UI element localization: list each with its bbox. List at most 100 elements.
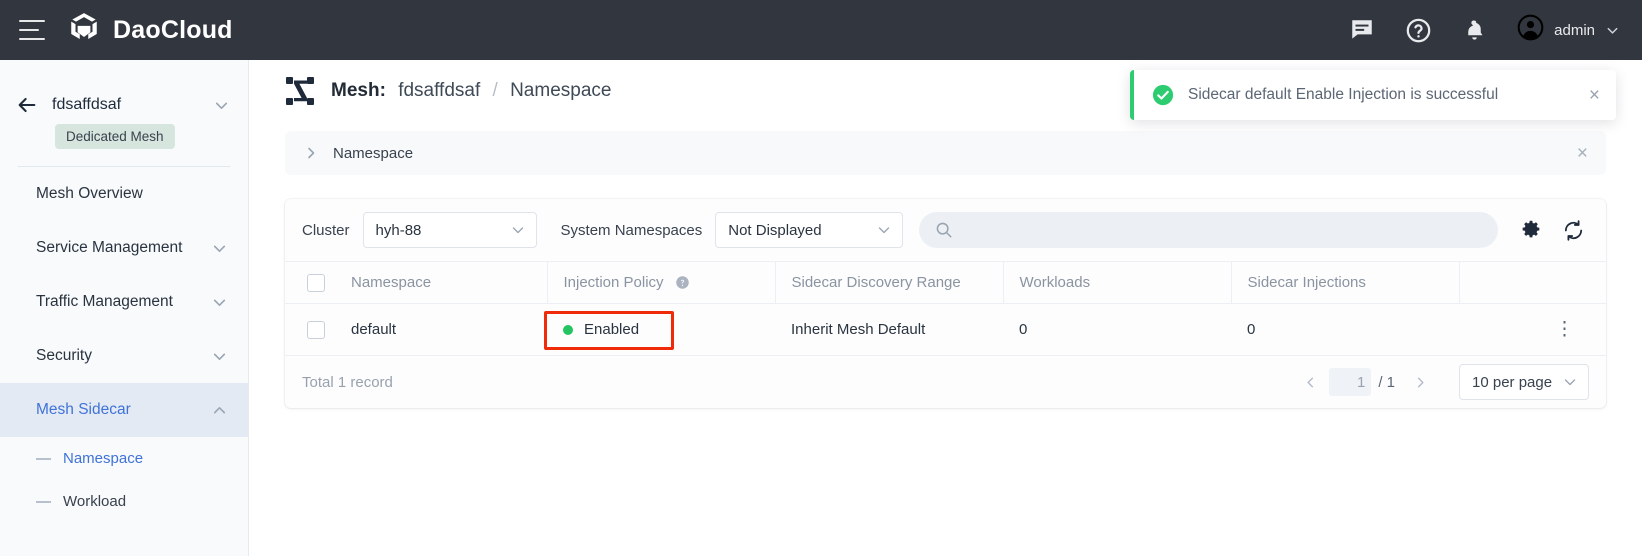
refresh-icon[interactable] bbox=[1562, 219, 1585, 242]
main-content: Mesh: fdsaffdsaf / Namespace Namespace ×… bbox=[249, 60, 1642, 556]
column-namespace: Namespace bbox=[335, 262, 547, 304]
bell-icon[interactable] bbox=[1462, 18, 1487, 43]
select-all-checkbox[interactable] bbox=[307, 274, 325, 292]
page-title-prefix: Mesh: bbox=[331, 80, 386, 101]
sidebar-mesh-header[interactable]: fdsaffdsaf bbox=[0, 82, 248, 128]
chevron-down-icon[interactable] bbox=[1605, 23, 1620, 38]
sidebar-item-namespace[interactable]: Namespace bbox=[0, 437, 248, 480]
breadcrumb-separator: / bbox=[493, 80, 498, 101]
top-navigation-bar: DaoCloud bbox=[0, 0, 1642, 60]
toast-message: Sidecar default Enable Injection is succ… bbox=[1188, 86, 1498, 104]
chevron-up-icon bbox=[211, 402, 228, 419]
cell-workloads: 0 bbox=[1003, 304, 1231, 356]
cluster-select-value: hyh-88 bbox=[376, 222, 422, 239]
sidebar-item-label: Security bbox=[36, 347, 92, 365]
namespace-filter-bar: Namespace × bbox=[285, 131, 1606, 175]
namespace-table: Namespace Injection Policy Sidecar Disco… bbox=[285, 261, 1606, 356]
row-checkbox[interactable] bbox=[307, 321, 325, 339]
page-title: Mesh: fdsaffdsaf / Namespace bbox=[331, 80, 611, 102]
column-sidecar-discovery-range: Sidecar Discovery Range bbox=[775, 262, 1003, 304]
sidebar-item-label: Mesh Overview bbox=[36, 185, 143, 203]
dash-icon bbox=[36, 501, 51, 503]
sidebar-item-traffic-management[interactable]: Traffic Management bbox=[0, 275, 248, 329]
per-page-value: 10 per page bbox=[1472, 374, 1552, 391]
search-icon bbox=[935, 221, 953, 239]
sidebar-item-security[interactable]: Security bbox=[0, 329, 248, 383]
column-injection-policy-label: Injection Policy bbox=[564, 274, 664, 291]
select-all-header bbox=[285, 262, 335, 304]
per-page-select[interactable]: 10 per page bbox=[1459, 364, 1589, 400]
next-page-button[interactable] bbox=[1403, 365, 1437, 399]
help-icon[interactable] bbox=[1405, 17, 1432, 44]
toast-close-icon[interactable]: × bbox=[1589, 86, 1600, 105]
breadcrumb-mesh[interactable]: fdsaffdsaf bbox=[398, 80, 480, 101]
toolbar-icons bbox=[1520, 219, 1585, 242]
cluster-select[interactable]: hyh-88 bbox=[363, 212, 537, 248]
sidebar-item-label: Mesh Sidecar bbox=[36, 401, 131, 419]
topbar-actions: admin bbox=[1349, 14, 1642, 46]
close-icon[interactable]: × bbox=[1577, 144, 1588, 163]
help-icon[interactable] bbox=[675, 275, 690, 290]
table-footer: Total 1 record 1 / 1 10 per page bbox=[285, 356, 1606, 408]
success-check-icon bbox=[1152, 84, 1174, 106]
breadcrumb-current: Namespace bbox=[510, 80, 611, 101]
mesh-icon bbox=[285, 76, 315, 106]
table-row[interactable]: default Enabled Inherit Mesh Default 0 0… bbox=[285, 304, 1606, 356]
back-arrow-icon[interactable] bbox=[16, 94, 38, 116]
chevron-down-icon bbox=[510, 222, 526, 238]
chevron-down-icon bbox=[211, 294, 228, 311]
gear-icon[interactable] bbox=[1520, 219, 1542, 241]
sidebar-subitem-label: Namespace bbox=[63, 450, 143, 467]
chevron-down-icon bbox=[211, 348, 228, 365]
daocloud-cube-icon bbox=[67, 11, 101, 50]
system-namespaces-select[interactable]: Not Displayed bbox=[715, 212, 903, 248]
page-number-input[interactable]: 1 bbox=[1329, 368, 1371, 396]
search-box[interactable] bbox=[919, 212, 1498, 248]
sidebar-item-workload[interactable]: Workload bbox=[0, 480, 248, 523]
status-badge: Enabled bbox=[584, 321, 639, 338]
cell-injection-policy: Enabled bbox=[547, 304, 775, 356]
hamburger-menu-icon[interactable] bbox=[19, 20, 45, 40]
chat-icon[interactable] bbox=[1349, 17, 1375, 43]
column-actions bbox=[1459, 262, 1606, 304]
dash-icon bbox=[36, 458, 51, 460]
chevron-right-icon[interactable] bbox=[303, 145, 319, 161]
success-toast: Sidecar default Enable Injection is succ… bbox=[1130, 70, 1616, 120]
table-body: default Enabled Inherit Mesh Default 0 0… bbox=[285, 304, 1606, 356]
user-menu[interactable]: admin bbox=[1517, 14, 1620, 46]
system-namespaces-value: Not Displayed bbox=[728, 222, 821, 239]
sidebar-item-mesh-sidecar[interactable]: Mesh Sidecar bbox=[0, 383, 248, 437]
status-dot-icon bbox=[563, 325, 573, 335]
row-select-cell bbox=[285, 304, 335, 356]
table-header: Namespace Injection Policy Sidecar Disco… bbox=[285, 262, 1606, 304]
mesh-type-badge-wrap: Dedicated Mesh bbox=[0, 124, 248, 149]
pagination: 1 / 1 10 per page bbox=[1293, 364, 1589, 400]
sidebar-item-mesh-overview[interactable]: Mesh Overview bbox=[0, 167, 248, 221]
table-header-row: Namespace Injection Policy Sidecar Disco… bbox=[285, 262, 1606, 304]
cell-namespace[interactable]: default bbox=[335, 304, 547, 356]
prev-page-button[interactable] bbox=[1293, 365, 1327, 399]
column-sidecar-injections: Sidecar Injections bbox=[1231, 262, 1459, 304]
brand-logo[interactable]: DaoCloud bbox=[67, 11, 233, 50]
cell-actions: ⋮ bbox=[1459, 304, 1606, 356]
sidebar-item-label: Traffic Management bbox=[36, 293, 173, 311]
table-toolbar: Cluster hyh-88 System Namespaces Not Dis… bbox=[285, 199, 1606, 261]
mesh-type-badge: Dedicated Mesh bbox=[55, 124, 175, 149]
cell-sidecar-injections: 0 bbox=[1231, 304, 1459, 356]
search-input[interactable] bbox=[963, 222, 1482, 239]
chevron-down-icon bbox=[1562, 374, 1578, 390]
cluster-label: Cluster bbox=[302, 222, 350, 239]
sidebar-item-service-management[interactable]: Service Management bbox=[0, 221, 248, 275]
injection-policy-status: Enabled bbox=[563, 321, 775, 338]
namespace-filter-label: Namespace bbox=[333, 145, 413, 162]
sidebar-subitem-label: Workload bbox=[63, 493, 126, 510]
kebab-menu-icon[interactable]: ⋮ bbox=[1555, 319, 1574, 340]
user-name: admin bbox=[1554, 22, 1595, 39]
cell-sidecar-discovery-range: Inherit Mesh Default bbox=[775, 304, 1003, 356]
sidebar-item-label: Service Management bbox=[36, 239, 182, 257]
chevron-down-icon[interactable] bbox=[213, 97, 230, 114]
sidebar: fdsaffdsaf Dedicated Mesh Mesh Overview … bbox=[0, 60, 249, 556]
chevron-down-icon bbox=[211, 240, 228, 257]
sidebar-mesh-name: fdsaffdsaf bbox=[52, 96, 121, 114]
chevron-down-icon bbox=[876, 222, 892, 238]
